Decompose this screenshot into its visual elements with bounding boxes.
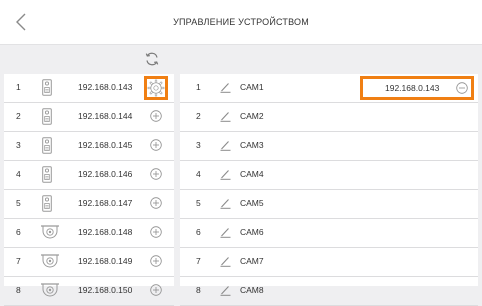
device-ip: 192.168.0.144 [78, 111, 133, 121]
camera-name: CAM7 [240, 256, 264, 266]
camera-row[interactable]: 6 CAM6 [180, 219, 478, 248]
intercom-icon [42, 195, 52, 212]
add-circle-icon[interactable] [150, 139, 162, 151]
intercom-icon [42, 79, 52, 96]
device-number: 7 [16, 256, 21, 266]
device-ip: 192.168.0.150 [78, 285, 133, 295]
camera-number: 8 [196, 285, 201, 295]
device-row[interactable]: 5 192.168.0.147 [4, 190, 174, 219]
edit-pencil-icon[interactable] [220, 198, 231, 209]
camera-row[interactable]: 7 CAM7 [180, 248, 478, 277]
camera-name: CAM8 [240, 285, 264, 295]
edit-pencil-icon[interactable] [220, 82, 231, 93]
dome-camera-icon [41, 283, 59, 297]
camera-row[interactable]: 8 CAM8 [180, 277, 478, 306]
device-number: 3 [16, 140, 21, 150]
edit-pencil-icon[interactable] [220, 227, 231, 238]
camera-name: CAM1 [240, 82, 264, 92]
camera-number: 2 [196, 111, 201, 121]
dome-camera-icon [41, 254, 59, 268]
camera-row[interactable]: 3 CAM3 [180, 132, 478, 161]
assigned-ip: 192.168.0.143 [385, 83, 440, 93]
refresh-icon[interactable] [144, 51, 160, 67]
edit-pencil-icon[interactable] [220, 256, 231, 267]
camera-row[interactable]: 1 CAM1 192.168.0.143 [180, 74, 478, 103]
device-row[interactable]: 4 192.168.0.146 [4, 161, 174, 190]
intercom-icon [42, 108, 52, 125]
device-ip: 192.168.0.149 [78, 256, 133, 266]
device-number: 5 [16, 198, 21, 208]
camera-name: CAM3 [240, 140, 264, 150]
camera-name: CAM2 [240, 111, 264, 121]
device-row[interactable]: 8 192.168.0.150 [4, 277, 174, 306]
camera-number: 5 [196, 198, 201, 208]
camera-number: 6 [196, 227, 201, 237]
camera-row[interactable]: 4 CAM4 [180, 161, 478, 190]
device-list: 1 192.168.0.143 2 192.168.0.144 3 192.168.0.1… [4, 74, 174, 306]
header: УПРАВЛЕНИЕ УСТРОЙСТВОМ [0, 0, 482, 45]
camera-number: 3 [196, 140, 201, 150]
camera-name: CAM6 [240, 227, 264, 237]
edit-pencil-icon[interactable] [220, 169, 231, 180]
camera-row[interactable]: 5 CAM5 [180, 190, 478, 219]
device-number: 2 [16, 111, 21, 121]
device-number: 6 [16, 227, 21, 237]
remove-circle-icon[interactable] [456, 82, 468, 94]
device-ip: 192.168.0.148 [78, 227, 133, 237]
intercom-icon [42, 166, 52, 183]
edit-pencil-icon[interactable] [220, 285, 231, 296]
device-number: 8 [16, 285, 21, 295]
device-row[interactable]: 6 192.168.0.148 [4, 219, 174, 248]
device-number: 4 [16, 169, 21, 179]
add-circle-icon[interactable] [150, 168, 162, 180]
device-row[interactable]: 2 192.168.0.144 [4, 103, 174, 132]
page-title: УПРАВЛЕНИЕ УСТРОЙСТВОМ [173, 17, 309, 27]
device-ip: 192.168.0.143 [78, 82, 133, 92]
add-circle-icon[interactable] [150, 226, 162, 238]
camera-channel-list: 1 CAM1 192.168.0.143 2 CAM2 3 CAM3 4 CAM4 5 CAM5 6 C… [180, 74, 478, 306]
edit-pencil-icon[interactable] [220, 140, 231, 151]
device-row[interactable]: 3 192.168.0.145 [4, 132, 174, 161]
camera-number: 7 [196, 256, 201, 266]
device-settings-button[interactable] [144, 76, 168, 100]
camera-name: CAM5 [240, 198, 264, 208]
device-ip: 192.168.0.146 [78, 169, 133, 179]
edit-pencil-icon[interactable] [220, 111, 231, 122]
device-row[interactable]: 1 192.168.0.143 [4, 74, 174, 103]
device-ip: 192.168.0.147 [78, 198, 133, 208]
assigned-device-box[interactable]: 192.168.0.143 [360, 76, 474, 100]
intercom-icon [42, 137, 52, 154]
device-row[interactable]: 7 192.168.0.149 [4, 248, 174, 277]
device-number: 1 [16, 82, 21, 92]
add-circle-icon[interactable] [150, 255, 162, 267]
add-circle-icon[interactable] [150, 197, 162, 209]
camera-number: 1 [196, 82, 201, 92]
camera-name: CAM4 [240, 169, 264, 179]
dome-camera-icon [41, 225, 59, 239]
device-ip: 192.168.0.145 [78, 140, 133, 150]
camera-number: 4 [196, 169, 201, 179]
gear-icon [147, 79, 165, 97]
add-circle-icon[interactable] [150, 110, 162, 122]
camera-row[interactable]: 2 CAM2 [180, 103, 478, 132]
